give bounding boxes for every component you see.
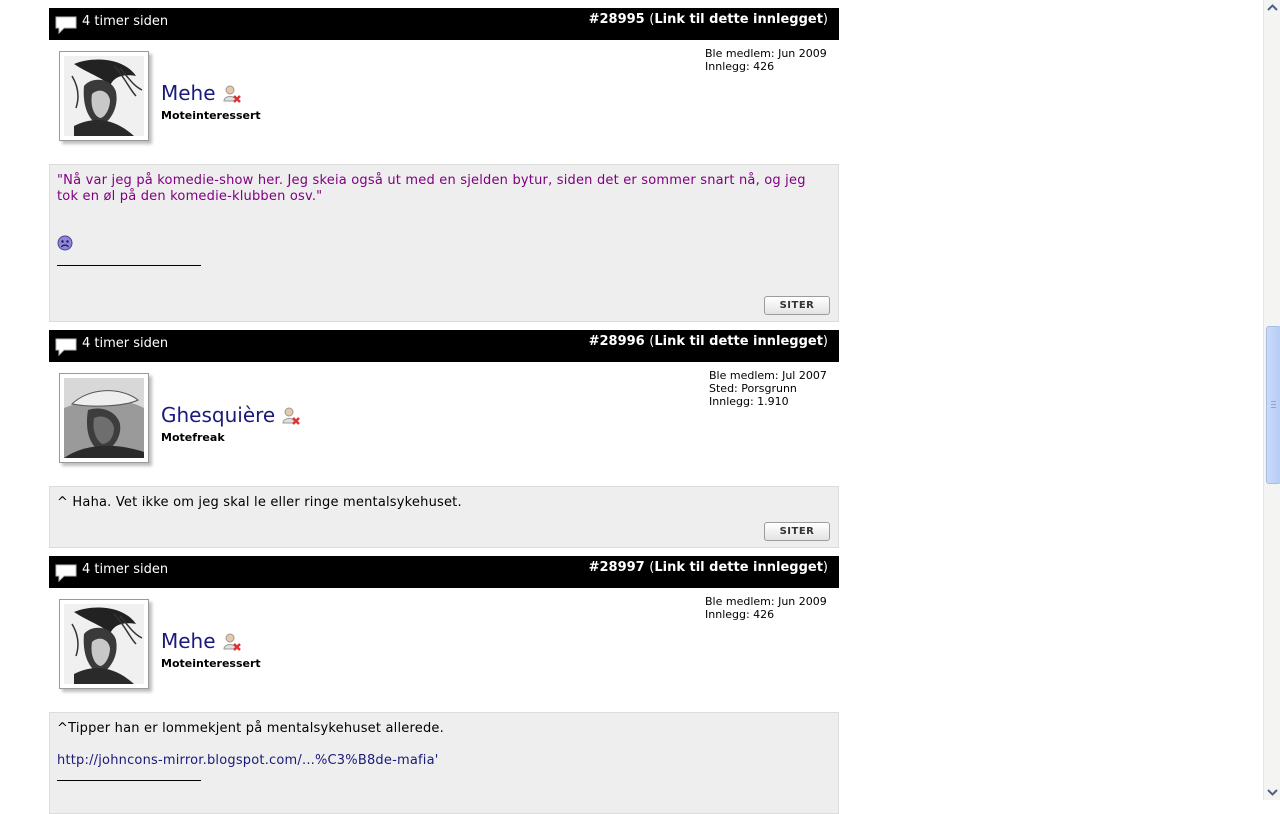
avatar[interactable]: [59, 599, 149, 689]
post-time: 4 timer siden: [82, 562, 169, 577]
scroll-down-arrow-icon[interactable]: [1264, 784, 1280, 800]
post-body: ^ Haha. Vet ikke om jeg skal le eller ri…: [49, 486, 839, 548]
user-meta: Ble medlem: Jun 2009 Innlegg: 426: [705, 47, 827, 73]
signature-divider: [57, 265, 201, 266]
quote-button[interactable]: SITER: [764, 296, 830, 315]
user-offline-icon: [223, 633, 241, 651]
signature-divider: [57, 780, 201, 781]
user-meta: Ble medlem: Jun 2009 Innlegg: 426: [705, 595, 827, 621]
user-offline-icon: [223, 85, 241, 103]
post-message: "Nå var jeg på komedie-show her. Jeg ske…: [57, 173, 806, 204]
vertical-scrollbar[interactable]: [1263, 0, 1280, 800]
post-link[interactable]: http://johncons-mirror.blogspot.com/...%…: [57, 753, 831, 769]
username[interactable]: Mehe: [161, 629, 242, 653]
quote-button[interactable]: SITER: [764, 522, 830, 541]
post-number: #28997 (Link til dette innlegget): [588, 560, 828, 575]
username[interactable]: Mehe: [161, 81, 242, 105]
username-text[interactable]: Mehe: [161, 629, 216, 653]
scrollbar-thumb[interactable]: [1266, 326, 1280, 484]
post-message: ^ Haha. Vet ikke om jeg skal le eller ri…: [57, 495, 462, 510]
user-location: Sted: Porsgrunn: [709, 382, 797, 395]
join-date: Ble medlem: Jun 2009: [705, 47, 827, 60]
avatar[interactable]: [59, 51, 149, 141]
avatar-image: [64, 604, 144, 684]
post-body: "Nå var jeg på komedie-show her. Jeg ske…: [49, 164, 839, 322]
post-header: 4 timer siden #28995 (Link til dette inn…: [49, 8, 839, 40]
username-text[interactable]: Mehe: [161, 81, 216, 105]
post-permalink[interactable]: Link til dette innlegget: [654, 334, 823, 349]
post-header: 4 timer siden #28996 (Link til dette inn…: [49, 330, 839, 362]
username[interactable]: Ghesquière: [161, 403, 301, 427]
user-rank: Moteinteressert: [161, 657, 261, 670]
join-date: Ble medlem: Jul 2007: [709, 369, 827, 382]
post-body: ^Tipper han er lommekjent på mentalsykeh…: [49, 712, 839, 814]
join-date: Ble medlem: Jun 2009: [705, 595, 827, 608]
post-message: ^Tipper han er lommekjent på mentalsykeh…: [57, 721, 444, 736]
post-count: Innlegg: 1.910: [709, 395, 789, 408]
user-offline-icon: [282, 407, 301, 425]
avatar-image: [64, 56, 144, 136]
avatar-image: [64, 378, 144, 458]
post-permalink[interactable]: Link til dette innlegget: [654, 560, 823, 575]
username-text[interactable]: Ghesquière: [161, 403, 275, 427]
scroll-up-arrow-icon[interactable]: [1264, 0, 1280, 16]
user-rank: Motefreak: [161, 431, 225, 444]
post-number-value: #28995: [588, 12, 645, 27]
post-number: #28996 (Link til dette innlegget): [588, 334, 828, 349]
post-header: 4 timer siden #28997 (Link til dette inn…: [49, 556, 839, 588]
post-number-value: #28997: [588, 560, 645, 575]
avatar[interactable]: [59, 373, 149, 463]
post-permalink[interactable]: Link til dette innlegget: [654, 12, 823, 27]
speech-bubble-icon: [55, 564, 77, 583]
user-rank: Moteinteressert: [161, 109, 261, 122]
post-time: 4 timer siden: [82, 336, 169, 351]
user-meta: Ble medlem: Jul 2007 Sted: Porsgrunn Inn…: [709, 369, 827, 408]
post-number: #28995 (Link til dette innlegget): [588, 12, 828, 27]
post-count: Innlegg: 426: [705, 608, 775, 621]
speech-bubble-icon: [55, 16, 77, 35]
post-number-value: #28996: [588, 334, 645, 349]
speech-bubble-icon: [55, 338, 77, 357]
sad-smiley-icon: [57, 235, 73, 251]
post-count: Innlegg: 426: [705, 60, 775, 73]
post-time: 4 timer siden: [82, 14, 169, 29]
